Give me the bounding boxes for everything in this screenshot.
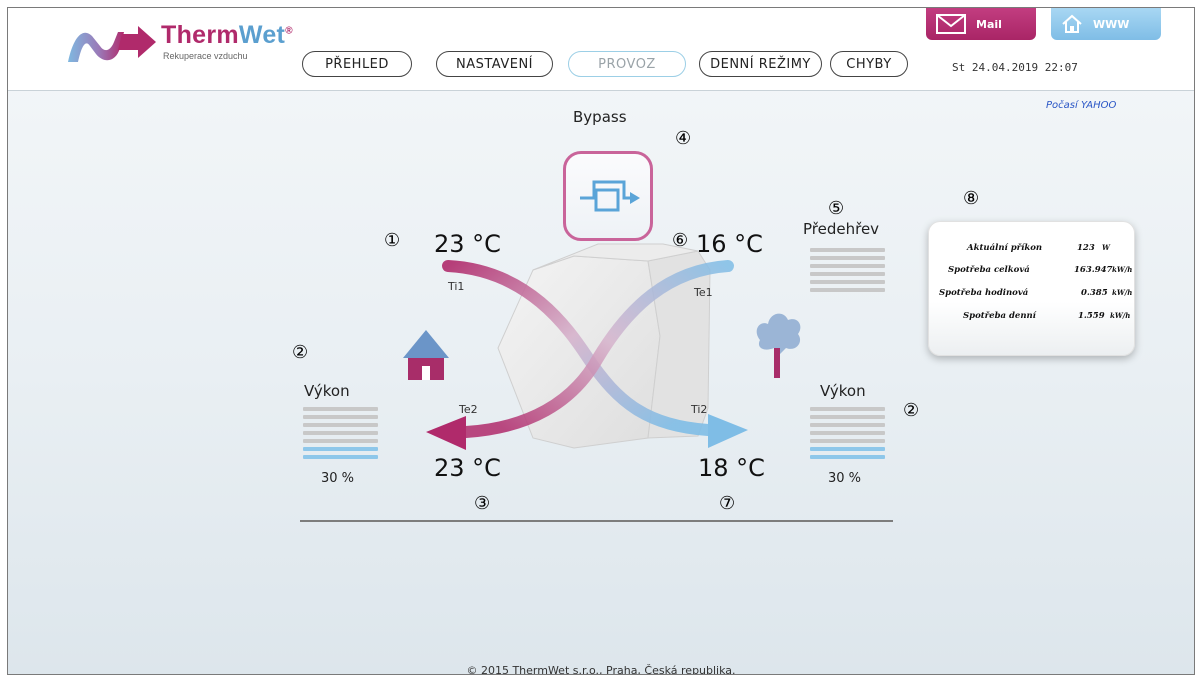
fan-level-bar <box>303 423 378 427</box>
fan-level-bar <box>303 447 378 451</box>
marker-2-right: ② <box>903 400 920 421</box>
preheat-label: Předehřev <box>803 220 880 238</box>
marker-1: ① <box>384 230 401 251</box>
right-fan-bars[interactable] <box>810 407 885 463</box>
temp-ti2: 18 °C <box>698 454 765 482</box>
footer: © 2015 ThermWet s.r.o., Praha, Česká rep… <box>466 664 736 675</box>
fan-level-bar <box>303 431 378 435</box>
bypass-label: Bypass <box>573 108 627 126</box>
right-fan-percent: 30 % <box>828 471 862 486</box>
bypass-icon <box>580 180 640 212</box>
marker-7: ⑦ <box>719 493 736 514</box>
fan-level-bar <box>303 407 378 411</box>
fan-level-bar <box>810 423 885 427</box>
temp-te1: 16 °C <box>696 230 763 258</box>
left-fan-percent: 30 % <box>321 471 355 486</box>
consumption-row-0: Aktuální příkon 123 W <box>967 243 1110 253</box>
left-fan-bars[interactable] <box>303 407 378 463</box>
divider <box>300 520 893 522</box>
fan-level-bar <box>810 447 885 451</box>
marker-3: ③ <box>474 493 491 514</box>
fan-level-bar <box>810 431 885 435</box>
ti2-arrow-head <box>708 414 748 448</box>
preheat-bars <box>810 248 885 296</box>
fan-level-bar <box>810 407 885 411</box>
sensor-ti2: Ti2 <box>691 403 708 416</box>
fan-level-bar <box>303 415 378 419</box>
fan-level-bar <box>810 455 885 459</box>
temp-ti1: 23 °C <box>434 230 501 258</box>
consumption-row-2: Spotřeba hodinová 0.385 kW/h <box>939 288 1133 298</box>
temp-te2: 23 °C <box>434 454 501 482</box>
fan-level-bar <box>810 415 885 419</box>
marker-5: ⑤ <box>828 198 845 219</box>
fan-level-bar <box>810 439 885 443</box>
consumption-row-3: Spotřeba denní 1.559 kW/h <box>963 311 1131 321</box>
consumption-row-1: Spotřeba celková 163.947 kW/h <box>948 265 1133 275</box>
sensor-te2: Te2 <box>459 403 478 416</box>
fan-level-bar <box>303 455 378 459</box>
right-fan-label: Výkon <box>820 382 866 400</box>
marker-6: ⑥ <box>672 230 689 251</box>
left-fan-label: Výkon <box>304 382 350 400</box>
bypass-button[interactable] <box>563 151 653 241</box>
marker-4: ④ <box>675 128 692 149</box>
te2-arrow-head <box>426 416 466 450</box>
consumption-panel: Aktuální příkon 123 W Spotřeba celková 1… <box>928 221 1135 356</box>
house-icon <box>403 330 449 380</box>
app-frame: ThermWet® Rekuperace vzduchu PŘEHLED NAS… <box>7 7 1195 675</box>
sensor-ti1: Ti1 <box>448 280 465 293</box>
tree-icon <box>756 313 801 378</box>
sensor-te1: Te1 <box>694 286 713 299</box>
marker-2-left: ② <box>292 342 309 363</box>
fan-level-bar <box>303 439 378 443</box>
marker-8: ⑧ <box>963 188 980 209</box>
